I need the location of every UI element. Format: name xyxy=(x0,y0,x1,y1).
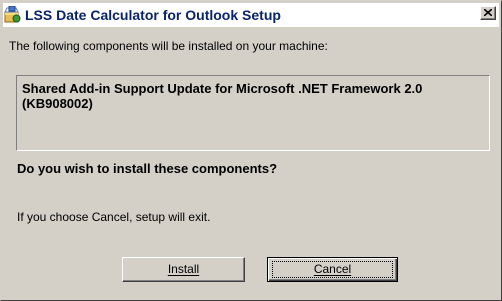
intro-text: The following components will be install… xyxy=(9,39,328,53)
components-list: Shared Add-in Support Update for Microso… xyxy=(16,75,490,151)
close-icon xyxy=(484,9,492,16)
setup-dialog: LSS Date Calculator for Outlook Setup Th… xyxy=(0,0,502,301)
component-item: Shared Add-in Support Update for Microso… xyxy=(22,81,423,111)
cancel-note: If you choose Cancel, setup will exit. xyxy=(17,210,211,224)
cancel-button[interactable]: Cancel xyxy=(267,257,398,282)
install-button-label: Install xyxy=(167,262,200,276)
cancel-button-label: Cancel xyxy=(313,262,352,276)
window-title: LSS Date Calculator for Outlook Setup xyxy=(25,7,281,23)
close-button[interactable] xyxy=(480,6,496,20)
title-bar[interactable]: LSS Date Calculator for Outlook Setup xyxy=(3,3,499,27)
setup-installer-icon xyxy=(4,5,21,23)
install-question: Do you wish to install these components? xyxy=(17,161,278,176)
install-button[interactable]: Install xyxy=(122,257,245,282)
